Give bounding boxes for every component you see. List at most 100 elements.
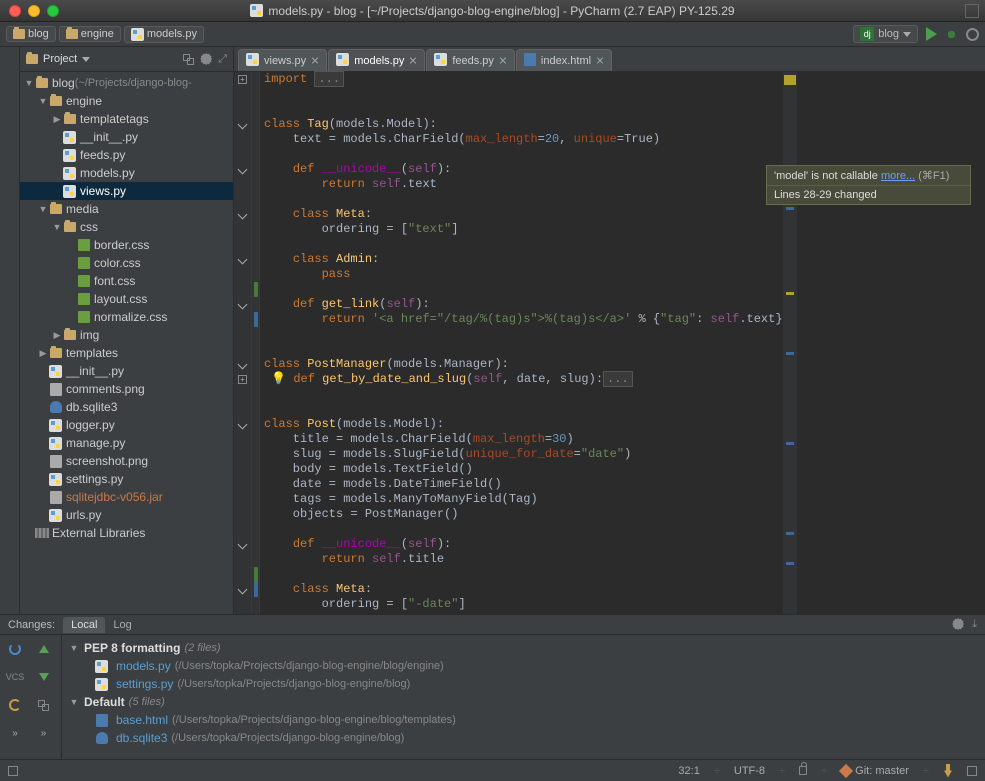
collapse-button[interactable]: » xyxy=(33,723,55,743)
gutter-fold[interactable]: ++ xyxy=(234,72,252,614)
tree-row[interactable]: ▼media xyxy=(20,200,233,218)
tree-row[interactable]: ▼blog (~/Projects/django-blog- xyxy=(20,74,233,92)
change-marker[interactable] xyxy=(786,352,794,355)
tree-row[interactable]: color.css xyxy=(20,254,233,272)
error-stripe[interactable] xyxy=(783,72,797,614)
changes-file[interactable]: settings.py (/Users/topka/Projects/djang… xyxy=(62,675,985,693)
py-icon xyxy=(94,677,109,691)
tool-windows-toggle-icon[interactable] xyxy=(8,766,18,776)
tree-toggle-icon[interactable]: ▼ xyxy=(38,96,48,106)
tree-row[interactable]: settings.py xyxy=(20,470,233,488)
change-marker[interactable] xyxy=(786,562,794,565)
tree-toggle-icon[interactable]: ▼ xyxy=(38,204,48,214)
tree-row[interactable]: normalize.css xyxy=(20,308,233,326)
changes-file[interactable]: models.py (/Users/topka/Projects/django-… xyxy=(62,657,985,675)
code-editor[interactable]: import ... class Tag(models.Model): text… xyxy=(260,72,783,614)
status-bar: 32:1 ÷ UTF-8 ÷ ÷ Git: master ÷ xyxy=(0,759,985,781)
debug-button[interactable] xyxy=(945,28,958,41)
gear-icon[interactable] xyxy=(200,53,212,65)
lock-icon[interactable] xyxy=(799,766,807,775)
window-close-button[interactable] xyxy=(9,5,21,17)
tree-label: urls.py xyxy=(66,508,101,522)
tooltip-more-link[interactable]: more... xyxy=(881,170,915,182)
tree-row[interactable]: ▶templatetags xyxy=(20,110,233,128)
tree-row[interactable]: models.py xyxy=(20,164,233,182)
close-icon[interactable] xyxy=(499,57,507,65)
refresh-button[interactable] xyxy=(4,639,26,659)
window-maximize-button[interactable] xyxy=(47,5,59,17)
folder-icon xyxy=(34,76,49,90)
editor-tab[interactable]: views.py xyxy=(238,49,327,71)
tree-row[interactable]: urls.py xyxy=(20,506,233,524)
autoscroll-icon[interactable] xyxy=(183,54,194,65)
tree-row[interactable]: __init__.py xyxy=(20,128,233,146)
tree-row[interactable]: ▼engine xyxy=(20,92,233,110)
tree-toggle-icon[interactable]: ▼ xyxy=(52,222,62,232)
editor-tab[interactable]: models.py xyxy=(328,49,425,71)
tree-toggle-icon[interactable]: ▶ xyxy=(52,114,62,125)
tree-label: normalize.css xyxy=(94,310,167,324)
tree-row[interactable]: db.sqlite3 xyxy=(20,398,233,416)
changes-group[interactable]: ▼Default (5 files) xyxy=(62,693,985,711)
tree-row[interactable]: ▶templates xyxy=(20,344,233,362)
tree-row[interactable]: ▶img xyxy=(20,326,233,344)
close-icon[interactable] xyxy=(596,57,604,65)
gutter-change[interactable] xyxy=(252,72,260,614)
changes-tree[interactable]: ▼PEP 8 formatting (2 files)models.py (/U… xyxy=(62,635,985,759)
tree-row[interactable]: sqlitejdbc-v056.jar xyxy=(20,488,233,506)
change-marker[interactable] xyxy=(786,442,794,445)
window-expand-icon[interactable] xyxy=(965,4,979,18)
tree-row[interactable]: border.css xyxy=(20,236,233,254)
warning-marker[interactable] xyxy=(786,292,794,295)
changes-group[interactable]: ▼PEP 8 formatting (2 files) xyxy=(62,639,985,657)
editor-tab[interactable]: feeds.py xyxy=(426,49,515,71)
tree-toggle-icon[interactable]: ▶ xyxy=(52,330,62,341)
tree-row[interactable]: manage.py xyxy=(20,434,233,452)
changes-tab-log[interactable]: Log xyxy=(105,617,139,633)
editor-tab[interactable]: index.html xyxy=(516,49,612,71)
hector-icon[interactable] xyxy=(943,764,953,778)
window-minimize-button[interactable] xyxy=(28,5,40,17)
changes-tab-local[interactable]: Local xyxy=(63,617,105,633)
py-icon xyxy=(48,436,63,450)
changes-file[interactable]: base.html (/Users/topka/Projects/django-… xyxy=(62,711,985,729)
breadcrumb-item[interactable]: blog xyxy=(6,26,56,42)
breadcrumb-item[interactable]: engine xyxy=(59,26,121,42)
gear-icon[interactable] xyxy=(952,618,964,630)
diff-button[interactable] xyxy=(33,695,55,715)
revert-button[interactable] xyxy=(4,695,26,715)
run-button[interactable] xyxy=(926,27,937,41)
expand-button[interactable]: » xyxy=(4,723,26,743)
git-icon xyxy=(839,763,853,777)
change-marker[interactable] xyxy=(786,532,794,535)
tree-row[interactable]: logger.py xyxy=(20,416,233,434)
tree-row[interactable]: External Libraries xyxy=(20,524,233,542)
tree-row[interactable]: __init__.py xyxy=(20,362,233,380)
search-button[interactable] xyxy=(966,28,979,41)
tree-label: css xyxy=(80,220,98,234)
project-tree[interactable]: ▼blog (~/Projects/django-blog-▼engine▶te… xyxy=(20,72,233,614)
hide-button[interactable]: ⤢ xyxy=(218,53,227,66)
update-button[interactable] xyxy=(33,667,55,687)
chevron-down-icon[interactable] xyxy=(82,57,90,62)
tree-row[interactable]: feeds.py xyxy=(20,146,233,164)
tree-row[interactable]: font.css xyxy=(20,272,233,290)
changes-file[interactable]: db.sqlite3 (/Users/topka/Projects/django… xyxy=(62,729,985,747)
breadcrumb-item[interactable]: models.py xyxy=(124,26,204,43)
run-configuration-selector[interactable]: dj blog xyxy=(853,25,918,43)
close-icon[interactable] xyxy=(311,57,319,65)
change-marker[interactable] xyxy=(786,207,794,210)
folder-icon xyxy=(62,220,77,234)
commit-button[interactable] xyxy=(33,639,55,659)
tree-toggle-icon[interactable]: ▼ xyxy=(24,78,34,88)
hide-icon[interactable]: ⤓ xyxy=(972,618,977,631)
tree-toggle-icon[interactable]: ▶ xyxy=(38,348,48,359)
tree-row[interactable]: layout.css xyxy=(20,290,233,308)
inspection-indicator-icon[interactable] xyxy=(784,75,796,85)
tree-row[interactable]: comments.png xyxy=(20,380,233,398)
tree-row[interactable]: screenshot.png xyxy=(20,452,233,470)
memory-indicator-icon[interactable] xyxy=(967,766,977,776)
tree-row[interactable]: views.py xyxy=(20,182,233,200)
close-icon[interactable] xyxy=(409,57,417,65)
tree-row[interactable]: ▼ css xyxy=(20,218,233,236)
